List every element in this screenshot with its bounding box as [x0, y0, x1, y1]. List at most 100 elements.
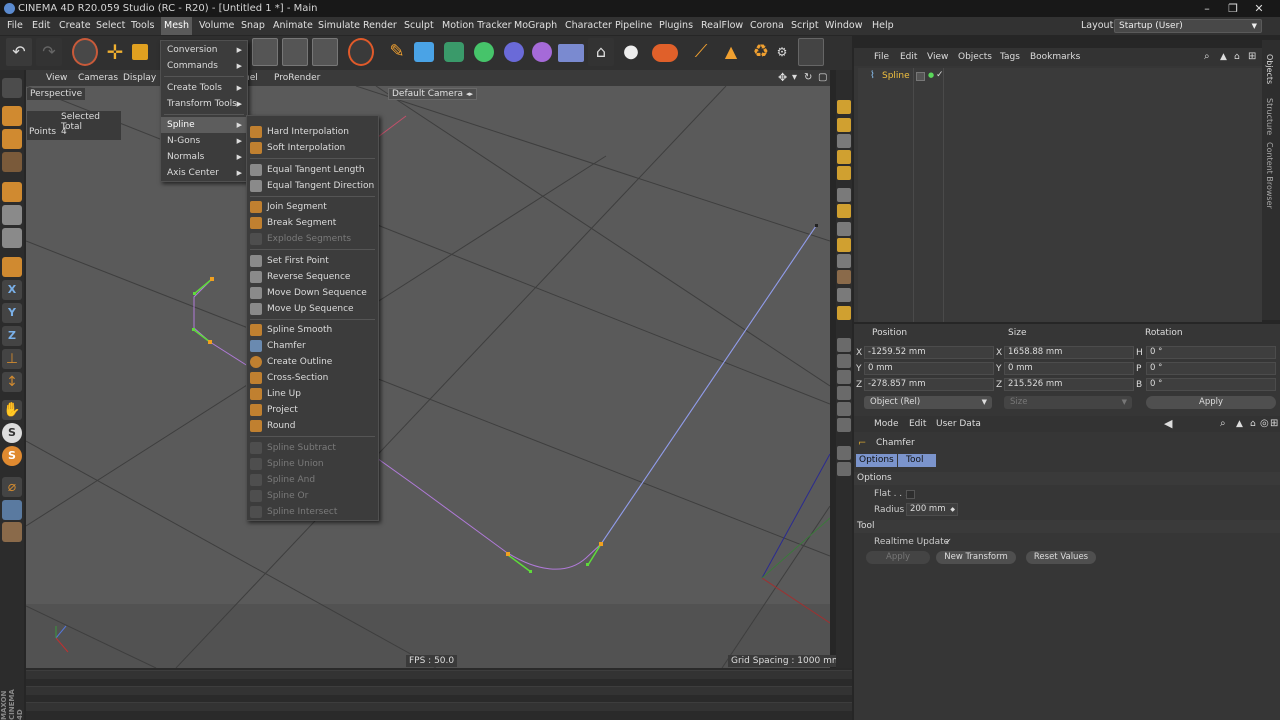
texture-mode-icon[interactable]	[2, 129, 22, 149]
new-window-icon[interactable]: ⊞	[1248, 48, 1256, 66]
attr-menu-edit[interactable]: Edit	[909, 416, 926, 432]
menu-item-line-up[interactable]: Line Up	[247, 386, 378, 402]
size-x-field[interactable]: 1658.88 mm	[1004, 346, 1134, 359]
toolbar-icon-5[interactable]	[837, 166, 851, 180]
magnet-icon[interactable]: ⌀	[2, 477, 22, 497]
tangent-point[interactable]	[192, 328, 195, 331]
gear-icon[interactable]: ⚙	[776, 38, 788, 66]
menu-create[interactable]: Create	[56, 17, 94, 35]
menu-script[interactable]: Script	[788, 17, 822, 35]
objects-menu-file[interactable]: File	[874, 48, 889, 66]
maximize-button[interactable]: ❐	[1222, 0, 1244, 17]
menu-window[interactable]: Window	[822, 17, 865, 35]
menu-motion-tracker[interactable]: Motion Tracker	[439, 17, 515, 35]
toolbar-icon-8[interactable]	[837, 222, 851, 236]
size-mode-dropdown[interactable]: Size ▼	[1004, 396, 1132, 409]
toolbar-icon-7[interactable]	[837, 204, 851, 218]
menu-character[interactable]: Character	[562, 17, 615, 35]
menu-item-chamfer[interactable]: Chamfer	[247, 338, 378, 354]
spline-point[interactable]	[506, 552, 510, 556]
menu-item-explode-segments[interactable]: Explode Segments	[247, 231, 378, 247]
menu-item-create-tools[interactable]: Create Tools ▶	[161, 80, 247, 96]
render-picture-viewer-icon[interactable]	[282, 38, 308, 66]
up-arrow-icon[interactable]: ▲	[1220, 48, 1227, 66]
size-y-field[interactable]: 0 mm	[1004, 362, 1134, 375]
realtime-update-checkbox[interactable]: ✓	[944, 538, 953, 547]
back-arrow-icon[interactable]: ◀	[1164, 416, 1172, 432]
array-icon[interactable]	[474, 42, 494, 62]
reset-values-button[interactable]: Reset Values	[1026, 551, 1096, 564]
tab-content-browser[interactable]: Content Browser	[1265, 142, 1274, 209]
toolbar-icon-4[interactable]	[837, 150, 851, 164]
redo-icon[interactable]: ↷	[36, 38, 62, 66]
up-arrow-icon[interactable]: ▲	[1236, 416, 1243, 432]
tangent-point[interactable]	[586, 563, 589, 566]
menu-item-spline-and[interactable]: Spline And	[247, 472, 378, 488]
menu-snap[interactable]: Snap	[238, 17, 268, 35]
cloud-icon[interactable]	[652, 44, 678, 62]
polygons-mode-icon[interactable]	[2, 228, 22, 248]
scale-icon[interactable]	[132, 44, 148, 60]
menu-item-hard-interpolation[interactable]: Hard Interpolation	[247, 124, 378, 140]
viewport-move-icon[interactable]: ✥	[778, 70, 787, 86]
toolbar-icon-6[interactable]	[837, 188, 851, 202]
render-settings-icon[interactable]	[312, 38, 338, 66]
visibility-dots-icon[interactable]: ●	[928, 71, 934, 79]
menu-volume[interactable]: Volume	[196, 17, 237, 35]
toolbar-icon-3[interactable]	[837, 134, 851, 148]
toolbar-icon-18[interactable]	[837, 402, 851, 416]
menu-item-axis-center[interactable]: Axis Center ▶	[161, 165, 247, 181]
toolbar-icon-10[interactable]	[837, 254, 851, 268]
recycle-icon[interactable]: ♻	[748, 38, 774, 66]
flat-checkbox[interactable]	[906, 490, 915, 499]
sculpt-s-icon[interactable]: S	[2, 423, 22, 443]
menu-mograph[interactable]: MoGraph	[511, 17, 560, 35]
menu-item-spline-union[interactable]: Spline Union	[247, 456, 378, 472]
spline-point[interactable]	[599, 542, 603, 546]
objects-menu-edit[interactable]: Edit	[900, 48, 917, 66]
timeline-bar[interactable]	[26, 686, 852, 695]
toolbar-icon-12[interactable]	[837, 288, 851, 302]
render-view-icon[interactable]	[252, 38, 278, 66]
tab-tool[interactable]: Tool	[898, 454, 936, 467]
toolbar-icon-9[interactable]	[837, 238, 851, 252]
make-editable-icon[interactable]	[2, 78, 22, 98]
tab-objects[interactable]: Objects	[1265, 54, 1274, 84]
viewport-menu-cameras[interactable]: Cameras	[78, 70, 118, 86]
menu-item-reverse-sequence[interactable]: Reverse Sequence	[247, 269, 378, 285]
search-icon[interactable]: ⌕	[1204, 48, 1210, 66]
rot-b-field[interactable]: 0 °	[1146, 378, 1276, 391]
pos-x-field[interactable]: -1259.52 mm	[864, 346, 994, 359]
size-z-field[interactable]: 215.526 mm	[1004, 378, 1134, 391]
deformer-icon[interactable]	[504, 42, 524, 62]
points-mode-icon[interactable]	[2, 182, 22, 202]
menu-tools[interactable]: Tools	[128, 17, 157, 35]
snap-s-icon[interactable]: S	[2, 446, 22, 466]
spline-point[interactable]	[208, 340, 212, 344]
model-mode-icon[interactable]	[2, 106, 22, 126]
z-axis-lock-icon[interactable]: Z	[2, 326, 22, 346]
layer-icon[interactable]	[916, 72, 925, 81]
toolbar-icon-13[interactable]	[837, 306, 851, 320]
lock-icon[interactable]: ⌂	[1250, 416, 1256, 432]
realflow-icon[interactable]: ⟋	[688, 38, 714, 66]
toolbar-icon-15[interactable]	[837, 354, 851, 368]
toolbar-icon-16[interactable]	[837, 370, 851, 384]
pen-spline-icon[interactable]: ✎	[384, 38, 410, 66]
menu-item-move-down-sequence[interactable]: Move Down Sequence	[247, 285, 378, 301]
viewport-menu-view[interactable]: View	[46, 70, 67, 86]
menu-item-transform-tools[interactable]: Transform Tools ▶	[161, 96, 247, 112]
script-tool-icon[interactable]	[798, 38, 824, 66]
radius-field[interactable]: 200 mm ◆	[906, 503, 958, 516]
objects-menu-view[interactable]: View	[927, 48, 948, 66]
menu-item-spline-or[interactable]: Spline Or	[247, 488, 378, 504]
menu-item-spline-subtract[interactable]: Spline Subtract	[247, 440, 378, 456]
menu-item-equal-tangent-length[interactable]: Equal Tangent Length	[247, 162, 378, 178]
menu-item-soft-interpolation[interactable]: Soft Interpolation	[247, 140, 378, 156]
viewport-perspective-label[interactable]: Perspective	[27, 88, 86, 100]
menu-mesh[interactable]: Mesh	[161, 17, 193, 35]
toolbar-icon-14[interactable]	[837, 338, 851, 352]
select-cursor-icon[interactable]	[72, 38, 98, 66]
menu-item-ngons[interactable]: N-Gons ▶	[161, 133, 247, 149]
toolbar-icon-1[interactable]	[837, 100, 851, 114]
